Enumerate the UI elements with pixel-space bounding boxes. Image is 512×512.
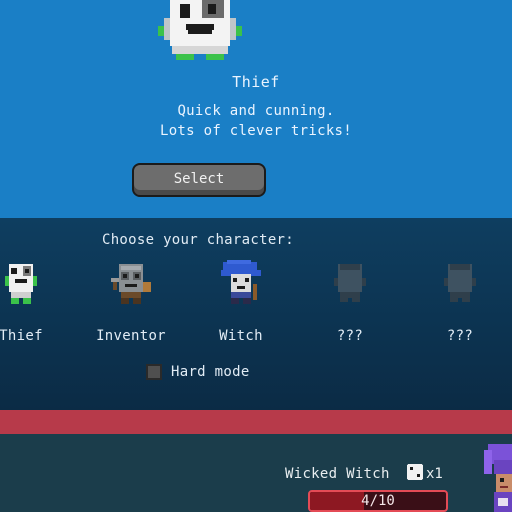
die-icon: [407, 464, 423, 480]
selected-character-description: Quick and cunning. Lots of clever tricks…: [0, 101, 512, 141]
character-label-locked-2: ???: [446, 328, 474, 344]
select-button[interactable]: Select: [132, 163, 266, 197]
character-label-thief: Thief: [0, 328, 43, 344]
witch-portrait-icon: [221, 260, 261, 304]
character-option-locked-2[interactable]: ???: [410, 260, 510, 350]
description-line-2: Lots of clever tricks!: [159, 123, 353, 139]
hard-mode-label: Hard mode: [171, 364, 250, 380]
character-option-inventor[interactable]: Inventor: [81, 260, 181, 350]
locked-character-silhouette-icon: [334, 264, 366, 302]
character-label-witch: Witch: [219, 328, 263, 344]
enemy-dice-count: x1: [426, 466, 443, 482]
character-option-locked-1[interactable]: ???: [300, 260, 400, 350]
selected-character-name: Thief: [232, 73, 280, 91]
character-option-thief[interactable]: Thief: [0, 260, 71, 350]
thief-portrait-icon: [5, 264, 37, 304]
description-line-1: Quick and cunning.: [177, 103, 335, 119]
hard-mode-checkbox[interactable]: [146, 364, 162, 380]
character-option-witch[interactable]: Witch: [191, 260, 291, 350]
inventor-portrait-icon: [111, 264, 151, 304]
choose-character-heading: Choose your character:: [101, 232, 295, 248]
enemy-health-bar: 4/10: [308, 490, 448, 512]
enemy-health-text: 4/10: [361, 493, 395, 509]
divider-band: [0, 410, 512, 434]
selected-character-portrait: [158, 0, 242, 60]
locked-character-silhouette-icon: [444, 264, 476, 302]
enemy-name: Wicked Witch: [285, 466, 390, 482]
character-label-locked-1: ???: [336, 328, 364, 344]
hard-mode-toggle[interactable]: Hard mode: [146, 362, 250, 382]
character-label-inventor: Inventor: [96, 328, 166, 344]
enemy-portrait-witch-icon: [484, 444, 512, 512]
